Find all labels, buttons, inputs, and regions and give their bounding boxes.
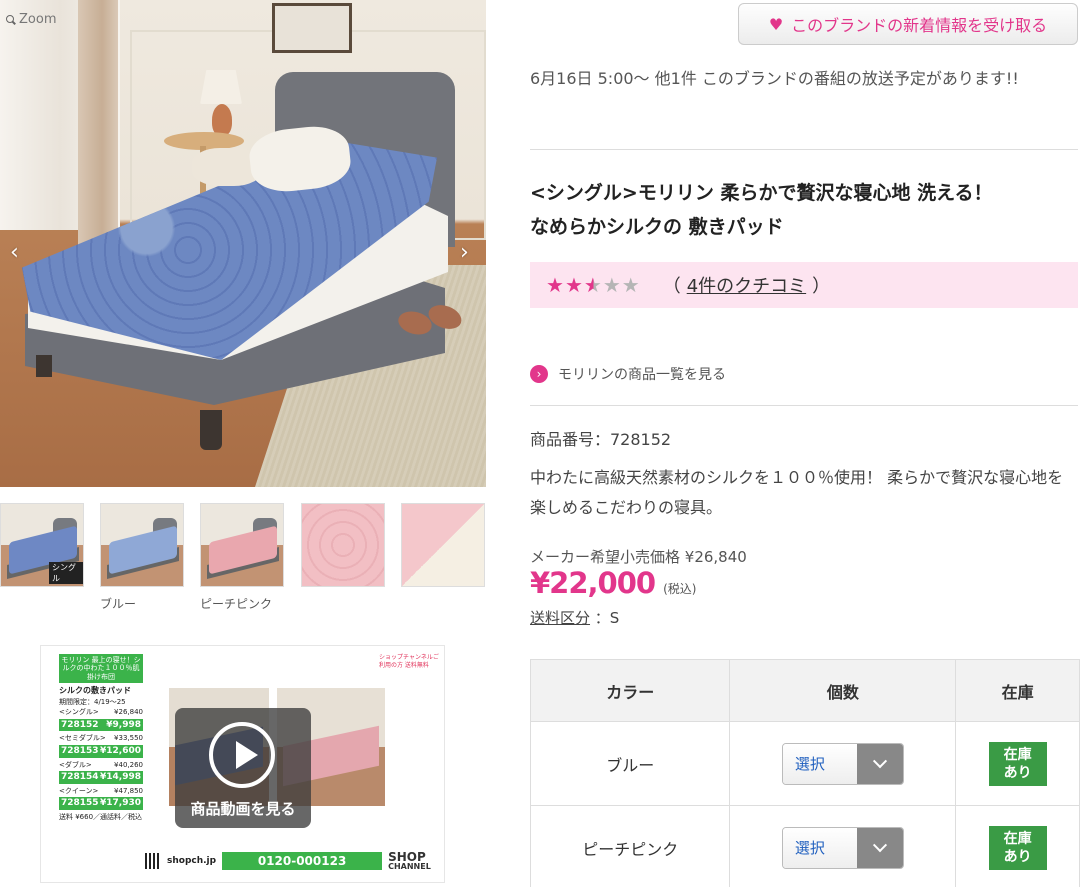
thumbnail-blue[interactable] [100, 503, 184, 587]
thumbnail-fabric[interactable] [301, 503, 385, 587]
color-name: ブルー [529, 721, 731, 806]
chevron-right-icon[interactable]: › [460, 240, 469, 265]
review-link[interactable]: 4件のクチコミ [687, 276, 806, 297]
tax-note: (税込) [663, 582, 697, 596]
video-item: <シングル> ¥26,840 728152 ¥9,998 [59, 708, 143, 732]
video-price-panel: モリリン 最上の寝せ！シルクの中わた１００％肌掛け布団 シルクの敷きパッド 期間… [59, 654, 143, 882]
video-top-note: ショップチャンネルご利用の方 送料無料 [379, 654, 439, 669]
thumbnail-strip: シングル ブルー ピーチピンク [0, 503, 486, 623]
product-video[interactable]: モリリン 最上の寝せ！シルクの中わた１００％肌掛け布団 シルクの敷きパッド 期間… [40, 645, 445, 883]
follow-brand-button[interactable]: ♥ このブランドの新着情報を受け取る [738, 3, 1078, 45]
product-description: 中わたに高級天然素材のシルクを１００％使用！ 柔らかで贅沢な寝心地を楽しめるこだ… [530, 468, 1064, 517]
thumbnail-peach-pink[interactable] [200, 503, 284, 587]
msrp-price: メーカー希望小売価格 ¥26,840 [530, 548, 747, 566]
shipping-value: ：S [594, 609, 620, 627]
photo-lamp-base [212, 104, 232, 136]
color-name: ピーチピンク [529, 805, 731, 887]
video-product-name: シルクの敷きパッド [59, 686, 131, 696]
column-header-stock: 在庫 [955, 659, 1080, 722]
chevron-right-icon: › [530, 365, 548, 383]
star-filled-icon: ★ [564, 273, 584, 297]
star-half-icon: ★ [583, 273, 603, 297]
stock-table: カラー 個数 在庫 ブルー 選択 在庫 あり ピーチピンク 選択 在庫 あり [529, 659, 1080, 887]
review-summary: ★★★★★ （4件のクチコミ） [530, 262, 1078, 308]
brand-products-link[interactable]: › モリリンの商品一覧を見る [530, 364, 726, 384]
video-banner: モリリン 最上の寝せ！シルクの中わた１００％肌掛け布団 [59, 654, 143, 684]
chevron-down-icon [856, 743, 903, 784]
star-empty-icon: ★ [621, 273, 641, 297]
star-filled-icon: ★ [546, 273, 565, 297]
brand-products-label: モリリンの商品一覧を見る [558, 367, 726, 383]
video-phone: 0120-000123 [222, 852, 383, 870]
thumbnail-caption: ブルー [100, 597, 137, 611]
rating-stars: ★★★★★ [546, 273, 641, 297]
qr-code-icon [145, 853, 161, 869]
column-header-color: カラー [529, 659, 731, 722]
divider [530, 149, 1078, 150]
product-title: <シングル>モリリン 柔らかで贅沢な寝心地 洗える！ なめらかシルクの 敷きパッ… [530, 182, 993, 238]
video-site: shopch.jp [167, 856, 217, 866]
quantity-select-value: 選択 [782, 743, 857, 784]
chevron-left-icon[interactable]: ‹ [10, 240, 19, 265]
video-note: 送料 ¥660／通話料／税込 [59, 812, 143, 821]
product-number: 商品番号：728152 [530, 430, 672, 449]
video-item: <ダブル> ¥40,260 728154 ¥14,998 [59, 760, 143, 784]
price-value: ¥22,000 [530, 566, 656, 600]
table-row: ブルー 選択 在庫 あり [529, 721, 1080, 806]
thumbnail-fabric-corner[interactable] [401, 503, 485, 587]
thumbnail-badge: シングル [49, 562, 83, 584]
thumbnail-caption: ピーチピンク [200, 597, 273, 611]
divider [530, 405, 1078, 406]
chevron-down-icon [856, 827, 903, 868]
photo-bed-leg [36, 355, 52, 377]
play-icon[interactable] [209, 722, 275, 788]
table-row: ピーチピンク 選択 在庫 あり [529, 805, 1080, 887]
shop-channel-logo: SHOP CHANNEL [388, 850, 431, 871]
star-empty-icon: ★ [602, 273, 622, 297]
thumbnail-blue-single[interactable]: シングル [0, 503, 84, 587]
zoom-control[interactable]: Zoom [6, 12, 56, 27]
shipping-link[interactable]: 送料区分 [530, 609, 590, 627]
photo-wall-frame [272, 3, 352, 53]
main-product-image[interactable]: Zoom ‹ › [0, 0, 486, 487]
quantity-select[interactable]: 選択 [781, 742, 904, 785]
heart-icon: ♥ [768, 14, 784, 34]
stock-badge: 在庫 あり [988, 825, 1047, 870]
shipping-class: 送料区分 ：S [530, 607, 619, 628]
photo-lamp [200, 70, 242, 104]
broadcast-notice: 6月16日 5:00〜 他1件 このブランドの番組の放送予定があります!! [530, 69, 1019, 88]
video-item: <クイーン> ¥47,850 728155 ¥17,930 [59, 786, 143, 810]
column-header-quantity: 個数 [729, 659, 957, 722]
review-count: （4件のクチコミ） [662, 276, 831, 297]
quantity-select-value: 選択 [782, 827, 857, 868]
video-play-label[interactable]: 商品動画を見る [175, 798, 311, 819]
stock-badge: 在庫 あり [988, 741, 1047, 786]
zoom-label: Zoom [19, 12, 57, 27]
video-footer: shopch.jp 0120-000123 SHOP CHANNEL [145, 849, 444, 873]
sale-price: ¥22,000 (税込) [530, 566, 696, 600]
follow-brand-label: このブランドの新着情報を受け取る [791, 16, 1048, 35]
quantity-select[interactable]: 選択 [781, 826, 904, 869]
magnifier-icon [6, 14, 16, 25]
photo-bed-leg [200, 410, 222, 450]
photo-curtain-drape [78, 0, 118, 250]
video-period: 期間限定：4/19〜25 [59, 697, 126, 706]
video-item: <セミダブル> ¥33,550 728153 ¥12,600 [59, 734, 143, 758]
